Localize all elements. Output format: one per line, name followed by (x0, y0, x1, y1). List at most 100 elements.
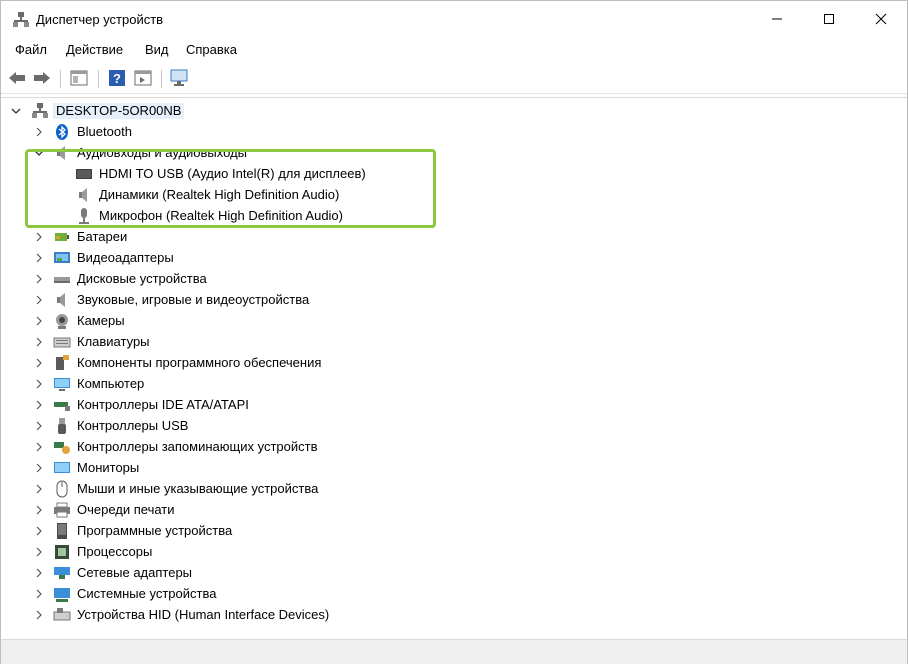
tree-item-label: Видеоадаптеры (77, 250, 174, 265)
scan-hardware-icon (170, 69, 188, 86)
chevron-down-icon[interactable] (10, 105, 22, 117)
tree-item-category[interactable]: Сетевые адаптеры (1, 563, 907, 583)
chevron-right-icon[interactable] (33, 252, 45, 264)
minimize-icon (772, 18, 782, 20)
tree-item-label: Клавиатуры (77, 334, 150, 349)
help-icon: ? (109, 70, 125, 86)
show-hidden-button[interactable] (133, 68, 153, 88)
minimize-button[interactable] (751, 1, 803, 37)
usb-icon (58, 418, 66, 434)
chevron-right-icon[interactable] (33, 336, 45, 348)
tree-item-category[interactable]: Контроллеры USB (1, 416, 907, 436)
chevron-right-icon[interactable] (33, 504, 45, 516)
maximize-icon (824, 14, 834, 24)
tree-item-label: Контроллеры USB (77, 418, 189, 433)
chevron-right-icon[interactable] (33, 420, 45, 432)
chevron-right-icon[interactable] (33, 357, 45, 369)
tree-item-label: Сетевые адаптеры (77, 565, 193, 580)
back-button[interactable] (7, 68, 27, 88)
chevron-right-icon[interactable] (33, 315, 45, 327)
tree-item-label: Контроллеры IDE ATA/ATAPI (77, 397, 249, 412)
forward-button[interactable] (32, 68, 52, 88)
tree-item-bluetooth[interactable]: Bluetooth (1, 122, 907, 142)
hid-icon (53, 608, 71, 621)
forward-icon (34, 72, 50, 84)
tree-root-label[interactable]: DESKTOP-5OR00NB (53, 103, 185, 119)
chevron-right-icon[interactable] (33, 294, 45, 306)
tree-item-category[interactable]: Камеры (1, 311, 907, 331)
chevron-right-icon[interactable] (33, 567, 45, 579)
tree-item-category[interactable]: Компоненты программного обеспечения (1, 353, 907, 373)
help-button[interactable]: ? (107, 68, 127, 88)
chevron-right-icon[interactable] (33, 378, 45, 390)
ide-controller-icon (54, 402, 70, 411)
scan-hardware-button[interactable] (169, 68, 189, 88)
tree-item-label: Программные устройства (77, 523, 233, 538)
chevron-right-icon[interactable] (33, 399, 45, 411)
tree-item-label: Мыши и иные указывающие устройства (77, 481, 319, 496)
print-queue-icon (54, 502, 70, 518)
tree-item-label: Процессоры (77, 544, 153, 559)
tree-item-label: Дисковые устройства (77, 271, 207, 286)
tree-root-row[interactable]: DESKTOP-5OR00NB (1, 101, 907, 121)
menu-bar: Файл Действие Вид Справка (1, 38, 907, 62)
processor-icon (55, 545, 69, 559)
tree-item-category[interactable]: Устройства HID (Human Interface Devices) (1, 605, 907, 625)
close-icon (875, 13, 887, 25)
tree-item-category[interactable]: Очереди печати (1, 500, 907, 520)
menu-help[interactable]: Справка (186, 42, 237, 57)
tree-item-label: Компоненты программного обеспечения (77, 355, 322, 370)
maximize-button[interactable] (803, 1, 855, 37)
tree-item-label: Устройства HID (Human Interface Devices) (77, 607, 330, 622)
computer-tree-icon (32, 103, 48, 118)
tree-item-category[interactable]: Клавиатуры (1, 332, 907, 352)
tree-item-category[interactable]: Батареи (1, 227, 907, 247)
monitor-icon (54, 462, 70, 473)
chevron-right-icon[interactable] (33, 462, 45, 474)
properties-icon (70, 70, 88, 86)
network-adapter-icon (54, 567, 70, 579)
tree-item-category[interactable]: Системные устройства (1, 584, 907, 604)
chevron-right-icon[interactable] (33, 588, 45, 600)
chevron-right-icon[interactable] (33, 609, 45, 621)
tree-item-label: Звуковые, игровые и видеоустройства (77, 292, 310, 307)
tree-item-category[interactable]: Видеоадаптеры (1, 248, 907, 268)
device-manager-icon (13, 12, 29, 27)
display-adapter-icon (54, 252, 70, 263)
tree-item-label: Камеры (77, 313, 125, 328)
tree-item-category[interactable]: Звуковые, игровые и видеоустройства (1, 290, 907, 310)
chevron-right-icon[interactable] (33, 483, 45, 495)
tree-item-category[interactable]: Контроллеры запоминающих устройств (1, 437, 907, 457)
properties-button[interactable] (69, 68, 89, 88)
tree-item-label: Очереди печати (77, 502, 175, 517)
computer-icon (54, 378, 70, 391)
chevron-right-icon[interactable] (33, 126, 45, 138)
tree-item-category[interactable]: Процессоры (1, 542, 907, 562)
chevron-right-icon[interactable] (33, 525, 45, 537)
tree-item-category[interactable]: Мониторы (1, 458, 907, 478)
chevron-right-icon[interactable] (33, 546, 45, 558)
software-component-icon (56, 355, 69, 370)
chevron-right-icon[interactable] (33, 273, 45, 285)
tree-item-category[interactable]: Мыши и иные указывающие устройства (1, 479, 907, 499)
sound-device-icon (57, 293, 65, 307)
toolbar-separator (98, 70, 99, 88)
menu-action[interactable]: Действие (66, 42, 123, 57)
title-bar: Диспетчер устройств (1, 1, 907, 37)
bluetooth-icon (56, 124, 68, 140)
menu-view[interactable]: Вид (145, 42, 169, 57)
tree-item-category[interactable]: Дисковые устройства (1, 269, 907, 289)
storage-controller-icon (54, 442, 70, 454)
window-title: Диспетчер устройств (36, 12, 164, 27)
back-icon (9, 72, 25, 84)
tree-item-category[interactable]: Контроллеры IDE ATA/ATAPI (1, 395, 907, 415)
close-button[interactable] (855, 1, 907, 37)
disk-drive-icon (54, 277, 70, 283)
tree-item-label: Системные устройства (77, 586, 217, 601)
chevron-right-icon[interactable] (33, 231, 45, 243)
status-bar (1, 639, 907, 664)
tree-item-category[interactable]: Компьютер (1, 374, 907, 394)
chevron-right-icon[interactable] (33, 441, 45, 453)
tree-item-category[interactable]: Программные устройства (1, 521, 907, 541)
menu-file[interactable]: Файл (15, 42, 47, 57)
